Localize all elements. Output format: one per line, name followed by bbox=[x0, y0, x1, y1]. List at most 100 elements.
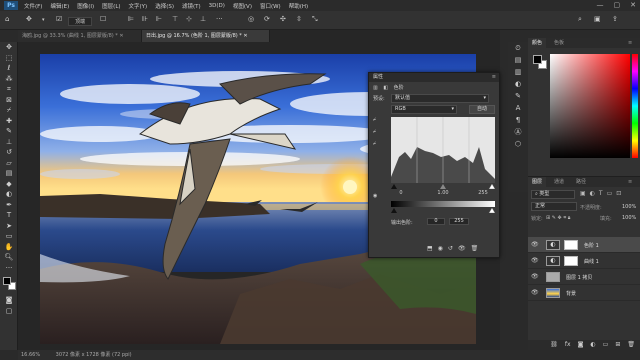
layer-row[interactable]: 👁︎ 图层 1 拷贝 bbox=[528, 269, 640, 285]
maximize-button[interactable]: ▢ bbox=[614, 1, 621, 9]
tab-layers[interactable]: 图层 bbox=[528, 177, 547, 187]
output-black-input[interactable]: 0 bbox=[427, 218, 445, 225]
output-white-input[interactable]: 255 bbox=[449, 218, 469, 225]
healing-brush-tool-icon[interactable]: ✚ bbox=[0, 116, 18, 127]
opacity-value[interactable]: 100% bbox=[622, 204, 636, 210]
menu-filter[interactable]: 滤镜(T) bbox=[182, 2, 201, 10]
menu-image[interactable]: 图像(I) bbox=[77, 2, 94, 10]
color-picker-field[interactable] bbox=[550, 54, 630, 158]
orbit-icon[interactable]: ⟳ bbox=[264, 15, 270, 23]
3d-icon[interactable]: ⬡ bbox=[508, 138, 528, 150]
scale-3d-icon[interactable]: ⤡ bbox=[312, 15, 318, 24]
move-tool-icon[interactable]: ✥ bbox=[26, 15, 32, 23]
tab-sunrise[interactable]: 日出.jpg @ 16.7% (色阶 1, 图层蒙版/8) * ✕ bbox=[142, 30, 270, 42]
clone-stamp-tool-icon[interactable]: ⊥ bbox=[0, 137, 18, 148]
character-icon[interactable]: A bbox=[508, 102, 528, 114]
chevron-down-icon[interactable]: ▾ bbox=[42, 17, 45, 23]
slide-3d-icon[interactable]: ⇳ bbox=[296, 15, 302, 23]
libraries-icon[interactable]: ▤ bbox=[508, 54, 528, 66]
layer-row[interactable]: 👁︎ ◐ 色阶 1 bbox=[528, 237, 640, 253]
transform-controls-checkbox[interactable]: ☐ bbox=[100, 15, 106, 23]
tab-color[interactable]: 颜色 bbox=[528, 38, 547, 48]
brush-settings-icon[interactable]: ✎ bbox=[508, 90, 528, 102]
menu-select[interactable]: 选择(S) bbox=[155, 2, 174, 10]
properties-icon[interactable]: ▥ bbox=[508, 66, 528, 78]
more-options-icon[interactable]: ··· bbox=[216, 15, 223, 23]
eyedropper-white-icon[interactable]: ⌿ bbox=[373, 141, 376, 147]
menu-view[interactable]: 视图(V) bbox=[233, 2, 252, 10]
blur-tool-icon[interactable]: ◆ bbox=[0, 179, 18, 190]
visibility-eye-icon[interactable]: 👁︎ bbox=[458, 245, 466, 255]
panel-tab-properties[interactable]: 属性 bbox=[373, 74, 383, 80]
new-group-icon[interactable]: ▭ bbox=[603, 340, 609, 350]
filter-shape-icon[interactable]: ▭ bbox=[607, 190, 613, 197]
marquee-tool-icon[interactable]: ⬚ bbox=[0, 53, 18, 64]
paragraph-icon[interactable]: ¶ bbox=[508, 114, 528, 126]
eyedropper-gray-icon[interactable]: ⌿ bbox=[373, 129, 376, 135]
history-brush-tool-icon[interactable]: ↺ bbox=[0, 147, 18, 158]
menu-window[interactable]: 窗口(W) bbox=[260, 2, 281, 10]
menu-layer[interactable]: 图层(L) bbox=[102, 2, 120, 10]
panel-menu-icon[interactable]: ≡ bbox=[624, 38, 636, 48]
dodge-tool-icon[interactable]: ◐ bbox=[0, 189, 18, 200]
zoom-tool-icon[interactable]: 🔍︎ bbox=[0, 252, 18, 263]
align-center-icon[interactable]: ⊪ bbox=[142, 15, 148, 23]
hand-tool-icon[interactable]: ✋ bbox=[0, 242, 18, 253]
lasso-tool-icon[interactable]: ℓ bbox=[0, 63, 18, 74]
path-select-tool-icon[interactable]: ➤ bbox=[0, 221, 18, 232]
pan-3d-icon[interactable]: ✣ bbox=[280, 15, 286, 23]
menu-type[interactable]: 文字(Y) bbox=[129, 2, 148, 10]
layer-mask-thumbnail[interactable] bbox=[564, 256, 578, 266]
minimize-button[interactable]: — bbox=[597, 1, 604, 9]
panel-menu-icon[interactable]: ≡ bbox=[624, 177, 636, 187]
type-tool-icon[interactable]: T bbox=[0, 210, 18, 221]
preset-dropdown[interactable]: 默认值 ▾ bbox=[391, 94, 489, 103]
layer-filter-dropdown[interactable]: ⌕ 类型 bbox=[531, 190, 575, 199]
view-previous-icon[interactable]: ◉ bbox=[438, 245, 443, 255]
align-bottom-icon[interactable]: ⊥ bbox=[200, 15, 206, 23]
foreground-color-swatch[interactable] bbox=[3, 277, 11, 285]
hue-slider[interactable] bbox=[632, 54, 638, 158]
visibility-eye-icon[interactable]: 👁︎ bbox=[531, 241, 539, 248]
add-mask-icon[interactable]: ◙ bbox=[578, 340, 584, 350]
home-icon[interactable]: ⌂ bbox=[5, 15, 9, 23]
menu-file[interactable]: 文件(F) bbox=[24, 2, 42, 10]
pen-tool-icon[interactable]: ✒ bbox=[0, 200, 18, 211]
quick-mask-icon[interactable]: ◙ bbox=[0, 295, 18, 306]
fx-icon[interactable]: fx bbox=[565, 340, 571, 350]
align-top-icon[interactable]: ⊤ bbox=[172, 15, 178, 23]
close-button[interactable]: ✕ bbox=[630, 1, 636, 9]
delete-icon[interactable]: 🗑︎ bbox=[471, 245, 479, 255]
fill-value[interactable]: 100% bbox=[622, 215, 636, 221]
input-sliders[interactable] bbox=[391, 183, 495, 189]
tab-seagull[interactable]: 海鸥.jpg @ 33.3% (曲线 1, 图层蒙版/8) * ✕ bbox=[18, 30, 142, 42]
more-tools-icon[interactable]: ··· bbox=[0, 263, 18, 274]
quick-select-tool-icon[interactable]: ⁂ bbox=[0, 74, 18, 85]
adjustments-icon[interactable]: ◐ bbox=[508, 78, 528, 90]
new-layer-icon[interactable]: ⊞ bbox=[615, 340, 620, 350]
history-icon[interactable]: ⏲ bbox=[508, 42, 528, 54]
layer-row[interactable]: 👁︎ 背景 bbox=[528, 285, 640, 301]
filter-adjustment-icon[interactable]: ◐ bbox=[590, 190, 595, 197]
tab-paths[interactable]: 路径 bbox=[572, 177, 590, 187]
clip-warning-icon[interactable]: ◉ bbox=[373, 193, 377, 199]
share-icon[interactable]: ⇪ bbox=[612, 15, 618, 23]
panel-menu-icon[interactable]: ≡ bbox=[492, 73, 496, 82]
search-icon[interactable]: ⌕ bbox=[578, 15, 582, 24]
input-black-value[interactable]: 0 bbox=[391, 190, 411, 196]
color-swatches[interactable] bbox=[0, 273, 18, 295]
glyphs-icon[interactable]: Ⓐ bbox=[508, 126, 528, 138]
blend-mode-dropdown[interactable]: 正常 bbox=[531, 202, 577, 211]
delete-icon[interactable]: 🗑︎ bbox=[627, 340, 635, 350]
tab-swatches[interactable]: 色板 bbox=[550, 38, 568, 48]
align-middle-icon[interactable]: ⊹ bbox=[186, 15, 192, 23]
layer-mask-thumbnail[interactable] bbox=[564, 240, 578, 250]
input-gamma-value[interactable]: 1.00 bbox=[433, 190, 453, 196]
output-sliders[interactable] bbox=[391, 207, 495, 213]
reset-icon[interactable]: ↺ bbox=[448, 245, 453, 255]
visibility-eye-icon[interactable]: 👁︎ bbox=[531, 257, 539, 264]
screen-mode-icon[interactable]: ▢ bbox=[0, 306, 18, 317]
link-layers-icon[interactable]: ⛓ bbox=[550, 340, 558, 350]
menu-edit[interactable]: 编辑(E) bbox=[50, 2, 69, 10]
align-right-icon[interactable]: ⊩ bbox=[156, 15, 162, 23]
